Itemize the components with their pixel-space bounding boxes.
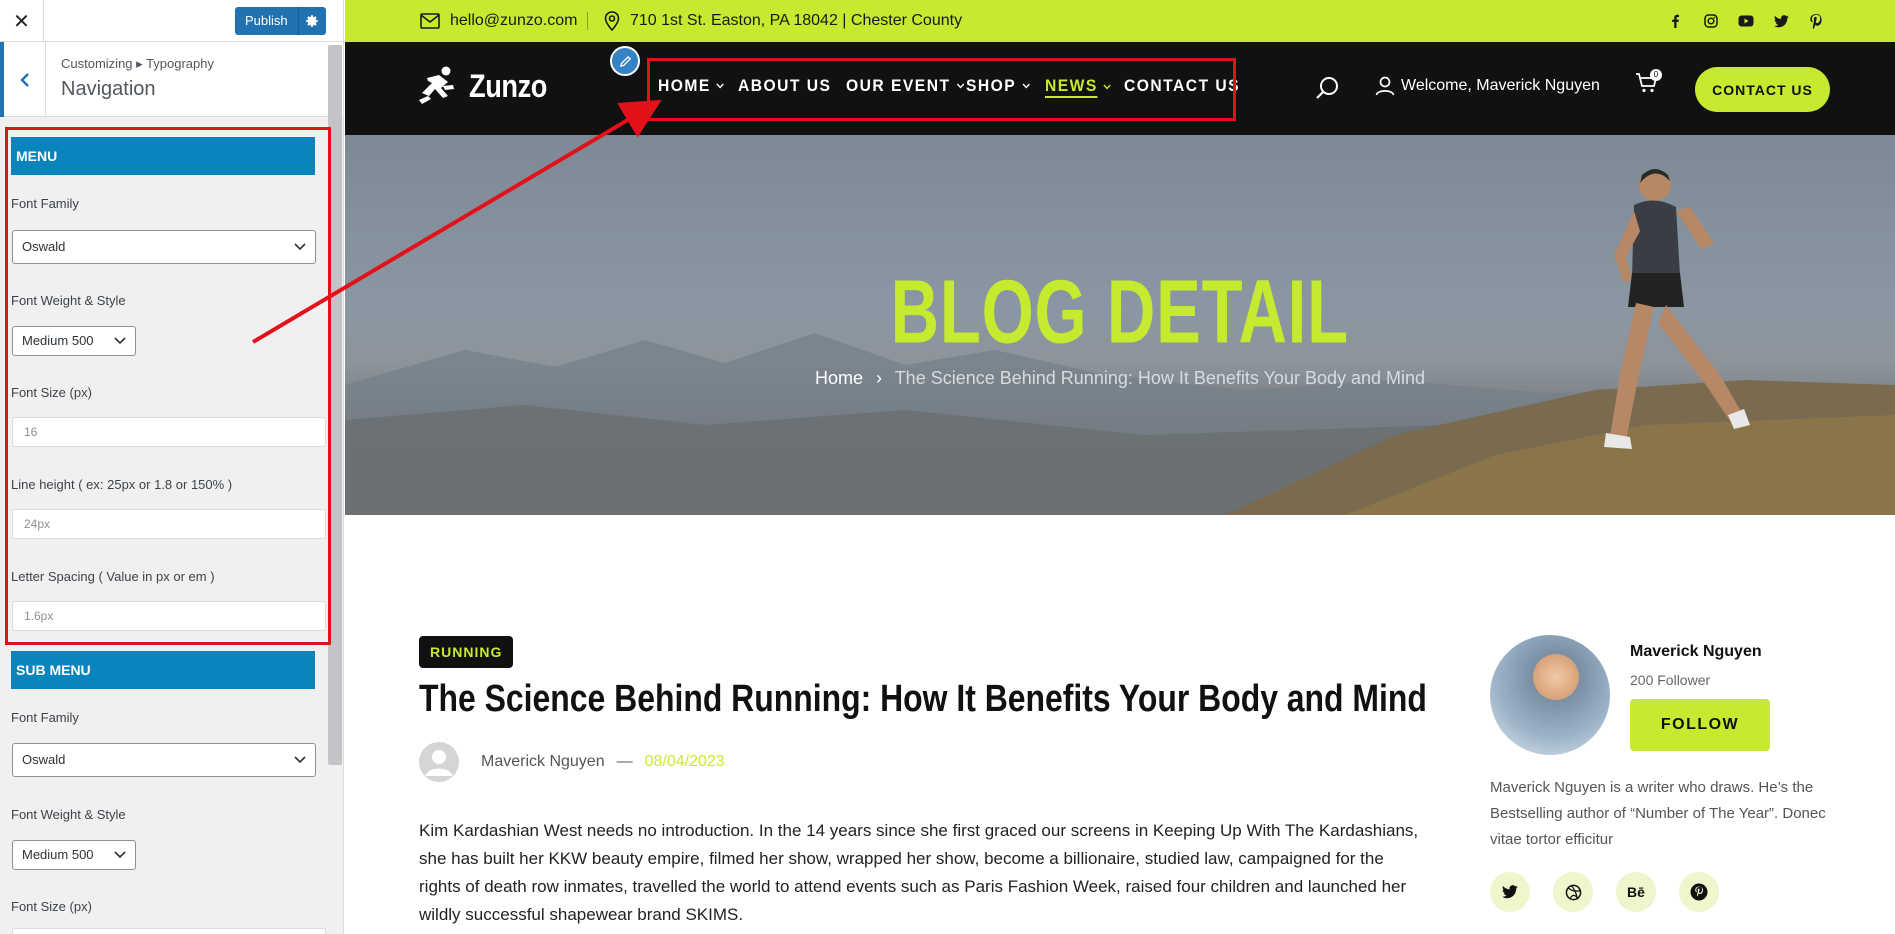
post-author[interactable]: Maverick Nguyen	[481, 753, 605, 771]
user-icon	[1375, 76, 1395, 96]
hero-title-text: BLOG DETAIL	[890, 261, 1350, 363]
author-name[interactable]: Maverick Nguyen	[1630, 643, 1762, 661]
breadcrumb-home-link[interactable]: Home	[815, 368, 863, 388]
section-title: Navigation	[61, 78, 156, 100]
submenu-font-family-select[interactable]: Oswald	[12, 743, 316, 777]
post-title: The Science Behind Running: How It Benef…	[419, 678, 1427, 720]
site-preview: hello@zunzo.com 710 1st St. Easton, PA 1…	[345, 0, 1895, 934]
chevron-down-icon	[294, 756, 306, 764]
topbar-address: 710 1st St. Easton, PA 18042 | Chester C…	[604, 0, 962, 42]
mail-icon	[420, 13, 440, 29]
site-logo[interactable]: Zunzo	[419, 66, 561, 106]
hero-banner: BLOG DETAIL Home › The Science Behind Ru…	[345, 135, 1895, 515]
submenu-font-family-value: Oswald	[22, 752, 66, 767]
submenu-font-weight-select[interactable]: Medium 500	[12, 840, 136, 870]
breadcrumb: Home › The Science Behind Running: How I…	[345, 368, 1895, 389]
cart-count-badge: 0	[1650, 69, 1662, 81]
search-icon[interactable]	[1315, 75, 1341, 106]
post-date: 08/04/2023	[644, 753, 725, 770]
section-header: Customizing ▸ Typography Navigation	[0, 42, 343, 117]
topbar-email[interactable]: hello@zunzo.com	[420, 0, 577, 42]
pinterest-icon[interactable]	[1679, 872, 1719, 912]
customizer-sidebar: ✕ Publish Customizing ▸ Typography Navig…	[0, 0, 344, 934]
highlight-box-navigation	[647, 58, 1236, 121]
gear-icon[interactable]	[297, 7, 326, 35]
youtube-icon[interactable]	[1737, 12, 1755, 30]
close-icon[interactable]: ✕	[0, 0, 44, 42]
hero-title: BLOG DETAIL	[345, 261, 1895, 365]
topbar-divider	[587, 12, 588, 30]
breadcrumb-current: The Science Behind Running: How It Benef…	[894, 368, 1426, 388]
chevron-right-icon: ›	[876, 368, 882, 388]
category-tag[interactable]: RUNNING	[419, 636, 514, 668]
submenu-heading: SUB MENU	[11, 651, 315, 689]
dribbble-icon[interactable]	[1553, 872, 1593, 912]
author-followers: 200 Follower	[1630, 672, 1711, 688]
logo-text: Zunzo	[469, 67, 547, 104]
edit-pencil-icon[interactable]	[610, 46, 640, 76]
location-pin-icon	[604, 11, 620, 31]
app-window: ✕ Publish Customizing ▸ Typography Navig…	[0, 0, 1895, 934]
twitter-icon[interactable]	[1772, 12, 1790, 30]
post-body: Kim Kardashian West needs no introductio…	[419, 821, 1419, 924]
contact-us-button[interactable]: CONTACT US	[1695, 67, 1830, 112]
user-welcome[interactable]: Welcome, Maverick Nguyen	[1375, 76, 1600, 96]
author-avatar-placeholder-icon	[419, 742, 459, 782]
author-avatar	[1490, 635, 1610, 755]
welcome-text: Welcome, Maverick Nguyen	[1401, 77, 1600, 94]
twitter-icon[interactable]	[1490, 872, 1530, 912]
chevron-down-icon	[114, 851, 126, 859]
submenu-font-weight-label: Font Weight & Style	[11, 807, 126, 822]
top-bar: hello@zunzo.com 710 1st St. Easton, PA 1…	[345, 0, 1895, 42]
follow-button[interactable]: FOLLOW	[1630, 699, 1770, 751]
post-content: RUNNING The Science Behind Running: How …	[345, 515, 1895, 934]
submenu-font-size-input[interactable]	[12, 928, 326, 934]
instagram-icon[interactable]	[1702, 12, 1720, 30]
facebook-icon[interactable]	[1666, 12, 1684, 30]
behance-icon[interactable]: Bē	[1616, 872, 1656, 912]
address-text: 710 1st St. Easton, PA 18042 | Chester C…	[630, 12, 963, 29]
highlight-box-menu-settings	[5, 127, 331, 645]
submenu-font-family-label: Font Family	[11, 710, 79, 725]
email-text: hello@zunzo.com	[450, 12, 578, 29]
customizer-header: ✕ Publish	[0, 0, 343, 42]
submenu-font-size-label: Font Size (px)	[11, 899, 92, 914]
customizer-breadcrumb: Customizing ▸ Typography	[61, 56, 214, 71]
meta-dash: —	[616, 753, 633, 770]
post-meta: Maverick Nguyen — 08/04/2023	[419, 742, 725, 782]
submenu-font-weight-value: Medium 500	[22, 847, 94, 862]
runner-logo-icon	[419, 66, 454, 104]
back-chevron-icon[interactable]	[0, 42, 46, 117]
publish-button[interactable]: Publish	[235, 7, 298, 35]
publish-button-group: Publish	[235, 7, 326, 35]
pinterest-icon[interactable]	[1807, 12, 1825, 30]
author-bio: Maverick Nguyen is a writer who draws. H…	[1490, 779, 1826, 848]
